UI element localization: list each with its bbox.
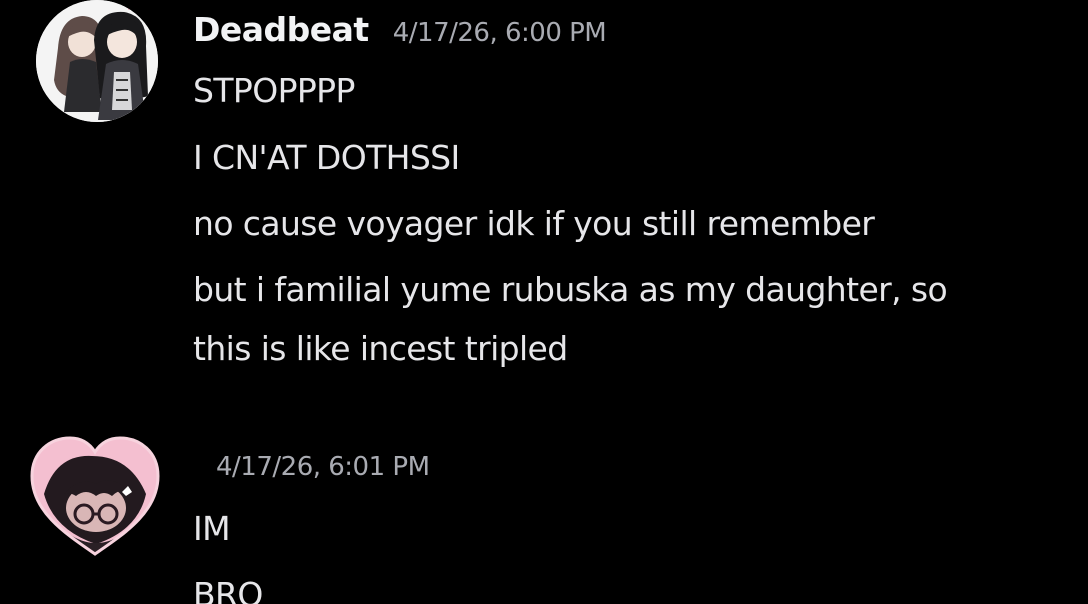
message-line: STPOPPPP (193, 71, 355, 110)
message-line: IM (193, 509, 231, 548)
message-header: Deadbeat 4/17/26, 6:00 PM (193, 10, 607, 49)
heart-frame-avatar-icon (30, 436, 160, 556)
user-avatar-deadbeat[interactable] (36, 0, 158, 122)
message-line: BRO (193, 575, 263, 604)
message-line: no cause voyager idk if you still rememb… (193, 204, 875, 243)
message-line: but i familial yume rubuska as my daught… (193, 270, 948, 309)
message-group-1: Deadbeat 4/17/26, 6:00 PM STPOPPPP I CN'… (0, 0, 1088, 400)
message-group-2: 4/17/26, 6:01 PM IM BRO (0, 420, 1088, 604)
message-line: this is like incest tripled (193, 329, 568, 368)
timestamp[interactable]: 4/17/26, 6:00 PM (393, 18, 607, 48)
user-avatar-heart[interactable] (26, 434, 164, 558)
username[interactable]: Deadbeat (193, 10, 369, 49)
anime-duo-avatar-icon (36, 0, 158, 122)
timestamp[interactable]: 4/17/26, 6:01 PM (216, 452, 430, 482)
message-header: 4/17/26, 6:01 PM (216, 452, 430, 482)
message-line: I CN'AT DOTHSSI (193, 138, 460, 177)
